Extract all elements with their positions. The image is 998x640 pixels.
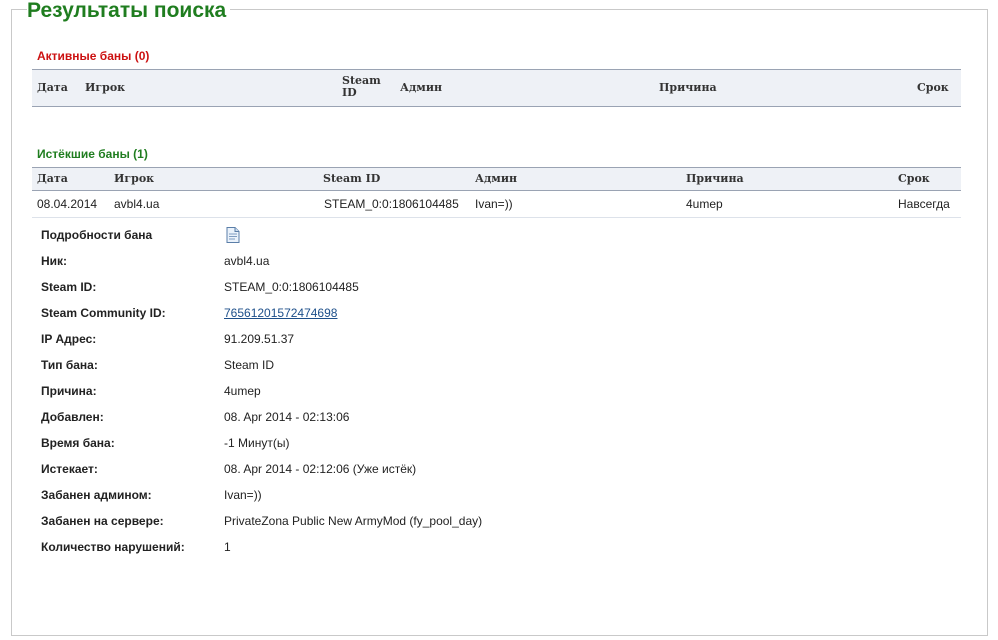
detail-label-banned-by: Забанен админом:	[41, 488, 152, 502]
detail-label-ip: IP Адрес:	[41, 332, 97, 346]
detail-value-reason: 4umep	[224, 384, 261, 398]
detail-value-server: PrivateZona Public New ArmyMod (fy_pool_…	[224, 514, 483, 528]
ban-player: avbl4.ua	[114, 197, 160, 211]
page-title: Результаты поиска	[27, 0, 231, 23]
detail-label-added: Добавлен:	[41, 410, 104, 424]
col-date[interactable]: Дата	[37, 82, 68, 94]
detail-value-expires: 08. Apr 2014 - 02:12:06 (Уже истёк)	[224, 462, 417, 476]
document-icon[interactable]	[224, 226, 242, 244]
col-term[interactable]: Срок	[917, 82, 949, 94]
detail-value-added: 08. Apr 2014 - 02:13:06	[224, 410, 350, 424]
detail-label-community-id: Steam Community ID:	[41, 306, 166, 320]
detail-label-ban-type: Тип бана:	[41, 358, 98, 372]
ban-date: 08.04.2014	[37, 197, 98, 211]
ban-details-header-label: Подробности бана	[41, 228, 153, 242]
detail-value-banned-by: Ivan=))	[224, 488, 262, 502]
ban-steam-id: STEAM_0:0:1806104485	[324, 197, 459, 211]
detail-label-violations: Количество нарушений:	[41, 540, 185, 554]
detail-label-server: Забанен на сервере:	[41, 514, 164, 528]
detail-label-reason: Причина:	[41, 384, 97, 398]
col-player[interactable]: Игрок	[114, 173, 154, 185]
active-bans-table-header: Дата Игрок Steam ID Админ Причина Срок	[32, 69, 961, 107]
detail-label-ban-time: Время бана:	[41, 436, 115, 450]
col-date[interactable]: Дата	[37, 173, 68, 185]
detail-value-ban-type: Steam ID	[224, 358, 275, 372]
detail-value-steam-id: STEAM_0:0:1806104485	[224, 280, 359, 294]
detail-value-violations: 1	[224, 540, 231, 554]
ban-row[interactable]: 08.04.2014 avbl4.ua STEAM_0:0:1806104485…	[32, 191, 961, 218]
col-admin[interactable]: Админ	[475, 173, 517, 185]
detail-value-nick: avbl4.ua	[224, 254, 270, 268]
detail-value-ip: 91.209.51.37	[224, 332, 295, 346]
ban-admin: Ivan=))	[475, 197, 513, 211]
detail-value-ban-time: -1 Минут(ы)	[224, 436, 290, 450]
detail-label-expires: Истекает:	[41, 462, 98, 476]
detail-label-nick: Ник:	[41, 254, 68, 268]
detail-label-steam-id: Steam ID:	[41, 280, 97, 294]
col-admin[interactable]: Админ	[400, 82, 442, 94]
col-steam-id[interactable]: Steam ID	[323, 173, 380, 185]
active-bans-title: Активные баны (0)	[37, 49, 150, 63]
community-id-link[interactable]: 76561201572474698	[224, 307, 337, 319]
expired-bans-table-header: Дата Игрок Steam ID Админ Причина Срок	[32, 167, 961, 191]
col-steam-id[interactable]: Steam ID	[342, 75, 390, 99]
col-reason[interactable]: Причина	[659, 82, 717, 94]
col-reason[interactable]: Причина	[686, 173, 744, 185]
col-term[interactable]: Срок	[898, 173, 930, 185]
expired-bans-title: Истёкшие баны (1)	[37, 147, 148, 161]
ban-term: Навсегда	[898, 197, 950, 211]
col-player[interactable]: Игрок	[85, 82, 125, 94]
ban-reason: 4umep	[686, 197, 723, 211]
